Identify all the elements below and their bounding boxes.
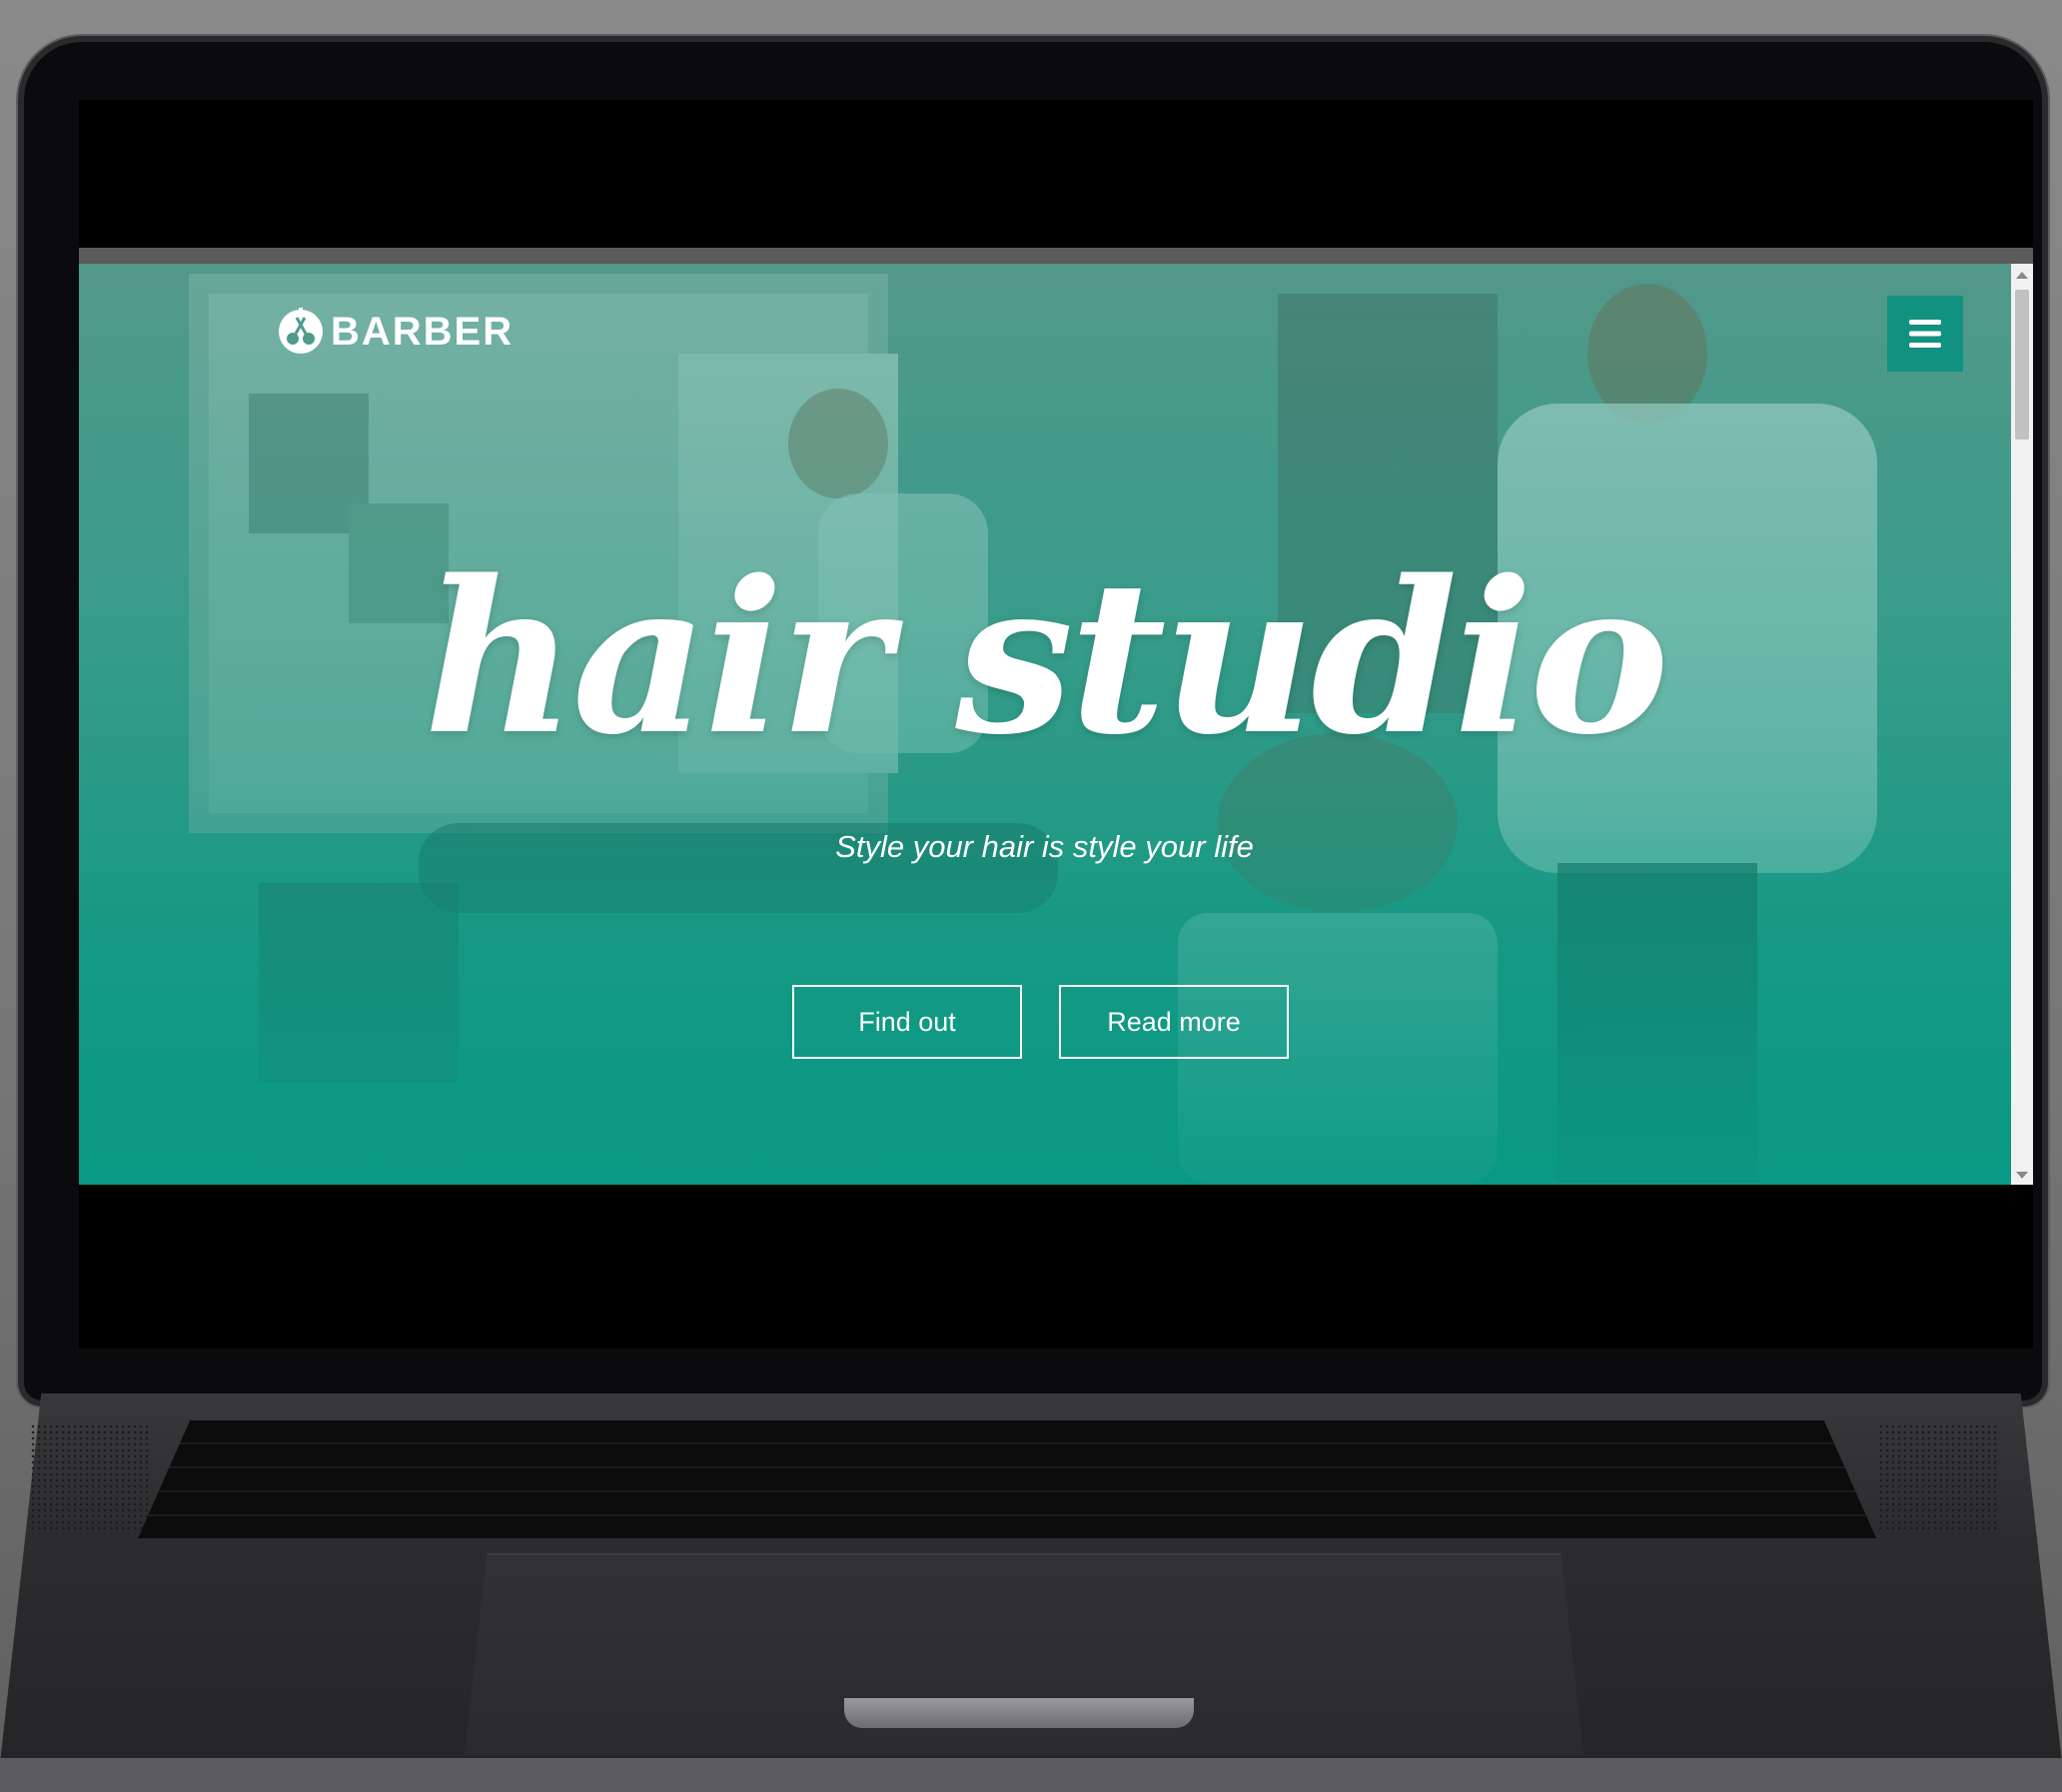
laptop-keyboard <box>138 1420 1876 1538</box>
laptop-lid: BARBER hair studio Style your hair is st… <box>24 42 2042 1400</box>
speaker-grille-left <box>30 1423 150 1533</box>
find-out-button[interactable]: Find out <box>792 985 1022 1059</box>
scroll-down-arrow-icon[interactable] <box>2016 1172 2028 1179</box>
brand-name: BARBER <box>331 309 515 354</box>
hero-title: hair studio <box>424 534 1669 781</box>
browser-viewport[interactable]: BARBER hair studio Style your hair is st… <box>79 264 2033 1185</box>
brand-logo[interactable]: BARBER <box>275 306 514 358</box>
laptop-front-notch <box>844 1698 1194 1728</box>
desk-surface <box>0 1758 2062 1792</box>
browser-top-bar <box>79 248 2033 264</box>
menu-button[interactable] <box>1887 296 1963 372</box>
hamburger-menu-icon <box>1909 320 1941 348</box>
speaker-grille-right <box>1878 1423 1998 1533</box>
laptop-screen: BARBER hair studio Style your hair is st… <box>79 100 2033 1348</box>
scissors-logo-icon <box>279 308 323 354</box>
scroll-thumb[interactable] <box>2015 290 2029 440</box>
read-more-button[interactable]: Read more <box>1059 985 1289 1059</box>
scroll-up-arrow-icon[interactable] <box>2016 272 2028 279</box>
hero-subtitle: Style your hair is style your life <box>835 829 1254 864</box>
page-scrollbar[interactable] <box>2011 264 2033 1185</box>
